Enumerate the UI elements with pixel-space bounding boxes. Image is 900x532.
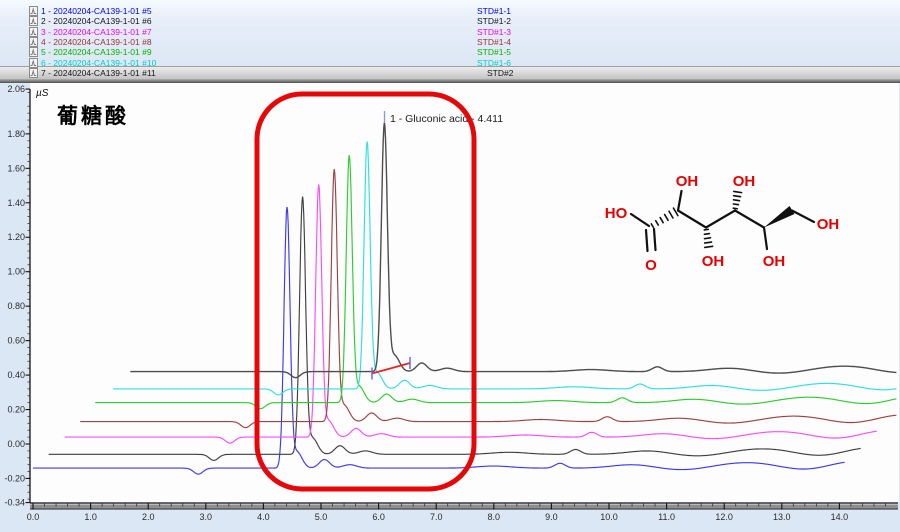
legend-row-1[interactable]: 1 - 20240204-CA139-1-01 #5 STD#1-1 [0, 6, 900, 16]
y-tick-label: 1.40 [7, 198, 25, 208]
hash-mark [734, 200, 740, 201]
y-tick-label: 0.00 [7, 439, 25, 449]
x-tick-label: 8.0 [488, 512, 501, 522]
std-label: STD#1-1 [477, 6, 511, 16]
legend-row-5[interactable]: 5 - 20240204-CA139-1-01 #9 STD#1-5 [0, 47, 900, 57]
atom-label-oh-c3: OH [702, 253, 725, 270]
chromatogram-legend: 1 - 20240204-CA139-1-01 #5STD#1-12 - 202… [0, 0, 900, 83]
std-label: STD#2 [487, 68, 513, 78]
std-label: STD#1-5 [477, 47, 511, 57]
atom-label-oh-c4: OH [733, 173, 756, 190]
x-tick-label: 11.0 [658, 512, 675, 522]
y-tick-label: 1.20 [7, 232, 25, 242]
atom-label-oh-c6: OH [817, 216, 840, 233]
legend-row-4[interactable]: 4 - 20240204-CA139-1-01 #8 STD#1-4 [0, 37, 900, 47]
legend-row-6[interactable]: 6 - 20240204-CA139-1-01 #10 STD#1-6 [0, 58, 900, 68]
y-axis: 2.06 1.80 1.60 1.40 1.20 1.00 0.80 0.60 0.40 0.20… [4, 84, 30, 508]
unit-label: µS [36, 88, 49, 99]
legend-row-7[interactable]: 7 - 20240204-CA139-1-01 #11 STD#2 [0, 68, 900, 78]
hash-mark [734, 191, 742, 192]
chromatography-software-window: 1 - 20240204-CA139-1-01 #5STD#1-12 - 202… [0, 0, 900, 532]
x-tick-label: 4.0 [257, 512, 270, 522]
injection-label: 1 - 20240204-CA139-1-01 #5 [41, 6, 152, 16]
y-tick-label: 1.80 [7, 129, 25, 139]
std-label: STD#1-2 [477, 16, 511, 26]
std-label: STD#1-3 [477, 27, 511, 37]
y-tick-label: 2.06 [7, 84, 25, 94]
hash-mark [704, 229, 708, 230]
legend-row-3[interactable]: 3 - 20240204-CA139-1-01 #7 STD#1-3 [0, 27, 900, 37]
x-tick-label: 12.0 [715, 512, 733, 522]
y-tick-label: 0.20 [7, 405, 25, 415]
x-tick-label: 10.0 [600, 512, 618, 522]
hash-mark [705, 238, 711, 239]
x-tick-label: 13.0 [773, 512, 791, 522]
x-tick-label: 7.0 [430, 512, 443, 522]
hash-mark [734, 196, 741, 197]
x-tick-label: 5.0 [315, 512, 328, 522]
x-tick-label: 3.0 [200, 512, 213, 522]
x-tick-label: 14.0 [831, 512, 849, 522]
x-axis: 0.0 1.0 2.0 3.0 4.0 5.0 6.0 7.0 8.0 9.0 10.0 11.0 12… [27, 503, 898, 522]
x-tick-label: 2.0 [142, 512, 155, 522]
y-tick-label: 0.40 [7, 370, 25, 380]
injection-label: 2 - 20240204-CA139-1-01 #6 [41, 16, 152, 26]
plot-background [30, 83, 899, 503]
legend-row-2[interactable]: 2 - 20240204-CA139-1-01 #6 STD#1-2 [0, 16, 900, 26]
x-tick-label: 1.0 [84, 512, 97, 522]
y-tick-label: -0.20 [4, 473, 25, 483]
peak-label: 1 - Gluconic acid - 4.411 [390, 113, 503, 125]
atom-label-o: O [645, 257, 657, 274]
chromatogram-icon [29, 68, 38, 80]
legend-separator [0, 79, 900, 83]
hash-mark [705, 246, 713, 247]
injection-label: 7 - 20240204-CA139-1-01 #11 [41, 68, 156, 78]
y-tick-label: 0.60 [7, 336, 25, 346]
injection-label: 5 - 20240204-CA139-1-01 #9 [41, 47, 152, 57]
injection-label: 6 - 20240204-CA139-1-01 #10 [41, 58, 156, 68]
hash-mark [733, 204, 738, 205]
x-axis-bar [30, 505, 898, 509]
y-tick-label: 1.60 [7, 163, 25, 173]
atom-label-oh-c2: OH [676, 173, 699, 190]
x-tick-label: 6.0 [372, 512, 385, 522]
y-tick-label: 0.80 [7, 301, 25, 311]
x-tick-label: 0.0 [27, 512, 40, 522]
std-label: STD#1-6 [477, 58, 511, 68]
x-tick-label: 9.0 [545, 512, 558, 522]
atom-label-ho: HO [605, 205, 628, 222]
std-label: STD#1-4 [477, 37, 511, 47]
hash-mark [704, 234, 709, 235]
hash-mark [705, 242, 712, 243]
injection-label: 3 - 20240204-CA139-1-01 #7 [41, 27, 152, 37]
atom-label-oh-c5: OH [763, 253, 786, 270]
injection-label: 4 - 20240204-CA139-1-01 #8 [41, 37, 152, 47]
y-tick-label: 1.00 [7, 267, 25, 277]
sample-title-cn: 葡糖酸 [56, 104, 129, 128]
hash-mark [733, 208, 737, 209]
y-tick-label: -0.34 [4, 498, 25, 508]
